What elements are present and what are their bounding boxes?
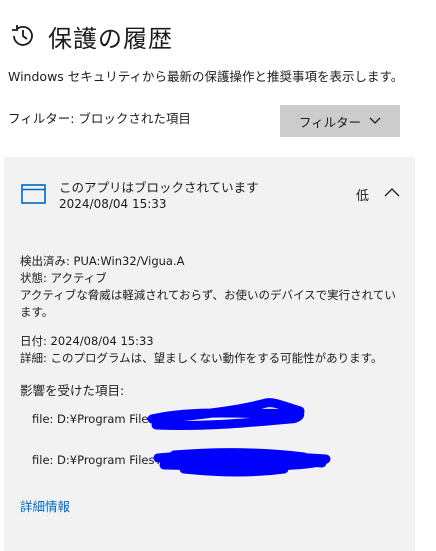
chevron-down-icon bbox=[369, 117, 381, 124]
page-description: Windows セキュリティから最新の保護操作と推奨事項を表示します。 bbox=[8, 69, 404, 84]
affected-item: file: D:¥Program File bbox=[32, 412, 149, 426]
threat-status: 状態: アクティブ bbox=[20, 271, 107, 285]
affected-item: file: D:¥Program Files¥ bbox=[32, 453, 162, 467]
protection-event-card: このアプリはブロックされています 2024/08/04 15:33 低 検出済み… bbox=[4, 157, 415, 551]
more-info-link[interactable]: 詳細情報 bbox=[20, 496, 70, 515]
event-date: 2024/08/04 15:33 bbox=[59, 197, 167, 211]
detected-threat: 検出済み: PUA:Win32/Vigua.A bbox=[20, 254, 185, 268]
event-details: 検出済み: PUA:Win32/Vigua.A 状態: アクティブ アクティブな… bbox=[20, 253, 400, 367]
event-detail-row: 詳細: このプログラムは、望ましくない動作をする可能性があります。 bbox=[20, 351, 383, 365]
severity-label: 低 bbox=[356, 189, 370, 204]
app-window-icon bbox=[21, 184, 46, 204]
affected-items-heading: 影響を受けた項目: bbox=[20, 383, 125, 398]
history-icon bbox=[12, 25, 33, 46]
event-card-header[interactable]: このアプリはブロックされています 2024/08/04 15:33 低 bbox=[4, 157, 415, 227]
page-title: 保護の履歴 bbox=[48, 24, 173, 53]
page-header: 保護の履歴 bbox=[9, 18, 173, 54]
filter-button-label: フィルター bbox=[298, 114, 362, 130]
filter-label: フィルター: ブロックされた項目 bbox=[8, 111, 191, 126]
status-message: アクティブな脅威は軽減されておらず、お使いのデバイスで実行されています。 bbox=[20, 288, 396, 319]
event-date-row: 日付: 2024/08/04 15:33 bbox=[20, 334, 154, 348]
event-title: このアプリはブロックされています bbox=[59, 180, 259, 195]
filter-button[interactable]: フィルター bbox=[280, 105, 400, 137]
chevron-up-icon[interactable] bbox=[384, 187, 400, 197]
